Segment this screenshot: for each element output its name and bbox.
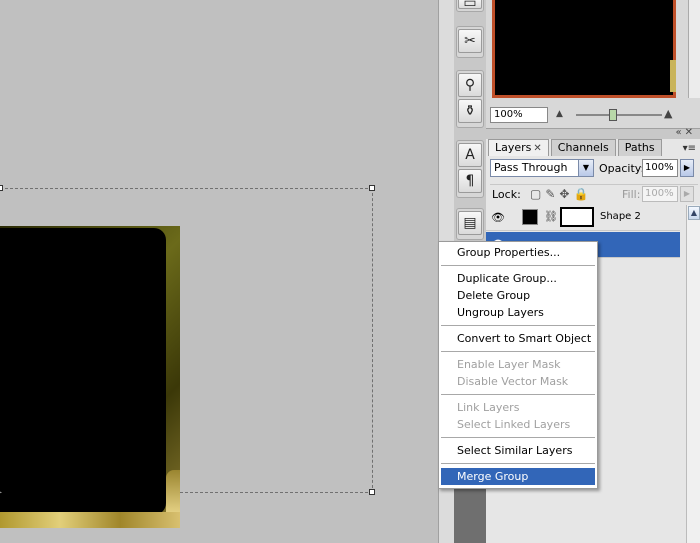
layer-comps-icon[interactable]: ▤ [458,211,482,235]
gold-frame-bottom [0,512,180,528]
gold-frame-detail [166,470,180,515]
panel-collapse-close-icons[interactable]: «✕ [676,127,697,138]
dock-group-tools: ✂ [456,26,484,58]
tab-channels[interactable]: Channels [550,139,616,156]
crosshair-icon: ⌖ [0,486,8,500]
menu-item-link-layers: Link Layers [457,401,520,414]
layer-context-menu: Group Properties... Duplicate Group... D… [438,241,598,489]
menu-item-duplicate-group[interactable]: Duplicate Group... [439,270,597,287]
navigator-scrollbar[interactable] [688,0,700,98]
zoom-in-icon[interactable]: ▲ [664,107,672,120]
tab-layers-label: Layers [495,141,532,154]
navigator-thumbnail[interactable] [492,0,676,98]
lock-options-icons[interactable]: ▢✎✥🔒 [530,187,592,201]
menu-item-convert-smart-object[interactable]: Convert to Smart Object [439,330,597,347]
menu-item-disable-vector-mask: Disable Vector Mask [457,375,569,388]
document-canvas[interactable]: ⌖ [0,0,438,543]
lock-fill-row: Lock: ▢✎✥🔒 Fill: 100% ▶ [490,184,698,202]
menu-item-select-linked-layers: Select Linked Layers [457,418,571,431]
menu-separator [439,390,597,399]
vector-mask-thumbnail[interactable] [560,207,594,227]
blend-opacity-row: Pass Through ▼ Opacity: 100% ▶ [490,159,698,179]
zoom-slider-track[interactable] [576,114,662,116]
menu-separator [439,347,597,356]
opacity-slider-arrow-icon[interactable]: ▶ [680,159,694,177]
panel-titlebar[interactable]: «✕ [486,127,700,139]
transform-handle-top-right[interactable] [369,185,375,191]
zoom-out-icon[interactable]: ▲ [556,109,563,119]
layer-name: Shape 2 [600,211,641,222]
lock-label: Lock: [492,188,521,201]
transform-handle-bottom-right[interactable] [369,489,375,495]
opacity-input[interactable]: 100% [642,159,678,177]
navigator-panel: 100% ▲ ▲ [486,0,700,128]
zoom-level-input[interactable]: 100% [490,107,548,123]
dock-group-top: ▭ [456,0,484,12]
tab-layers[interactable]: Layers ✕ [488,139,549,156]
layers-scrollbar[interactable]: ▲ [686,205,700,543]
menu-item-merge-group[interactable]: Merge Group [441,468,595,485]
close-icon[interactable]: ✕ [533,143,541,154]
menu-item-ungroup-layers[interactable]: Ungroup Layers [439,304,597,321]
menu-item-select-similar-layers[interactable]: Select Similar Layers [439,442,597,459]
navigator-thumbnail-detail [670,60,676,92]
transform-handle-top-left[interactable] [0,185,3,191]
blend-mode-value: Pass Through [494,161,568,174]
scroll-up-icon[interactable]: ▲ [688,206,700,220]
fill-slider-arrow-icon[interactable]: ▶ [680,186,694,202]
opacity-label: Opacity: [599,162,645,175]
menu-item-group-properties[interactable]: Group Properties... [439,244,597,261]
fill-label: Fill: [622,188,641,201]
menu-separator [439,433,597,442]
chevron-down-icon[interactable]: ▼ [578,160,593,176]
dock-empty-area [454,487,486,543]
tab-paths[interactable]: Paths [617,139,662,156]
menu-item-delete-group[interactable]: Delete Group [439,287,597,304]
navigator-icon[interactable]: ▭ [458,0,482,11]
dock-group-text: A ¶ [456,140,484,198]
layer-row[interactable]: 👁 ⛓ Shape 2 [486,205,680,231]
blend-mode-select[interactable]: Pass Through ▼ [490,159,594,177]
tool-presets-icon[interactable]: ✂ [458,29,482,53]
dock-group-brushes: ⚲ ⚱ [456,70,484,128]
menu-item-enable-layer-mask: Enable Layer Mask [457,358,561,371]
chain-link-icon[interactable]: ⛓ [544,210,558,223]
paragraph-icon[interactable]: ¶ [458,169,482,193]
tab-channels-label: Channels [557,141,609,154]
tab-paths-label: Paths [624,141,655,154]
black-shape-layer [0,228,166,515]
panel-menu-icon[interactable]: ▾≡ [683,143,696,154]
dock-group-info: ▤ [456,208,484,240]
menu-separator [439,459,597,468]
eye-icon[interactable]: 👁 [490,211,506,224]
brushes-icon[interactable]: ⚲ [458,73,482,97]
panel-tabs: Layers ✕ Channels Paths [488,139,664,157]
layer-thumbnail [522,209,538,225]
character-icon[interactable]: A [458,143,482,167]
menu-separator [439,261,597,270]
zoom-slider-handle[interactable] [609,109,617,121]
fill-input[interactable]: 100% [642,186,678,202]
menu-separator [439,321,597,330]
clone-source-icon[interactable]: ⚱ [458,99,482,123]
